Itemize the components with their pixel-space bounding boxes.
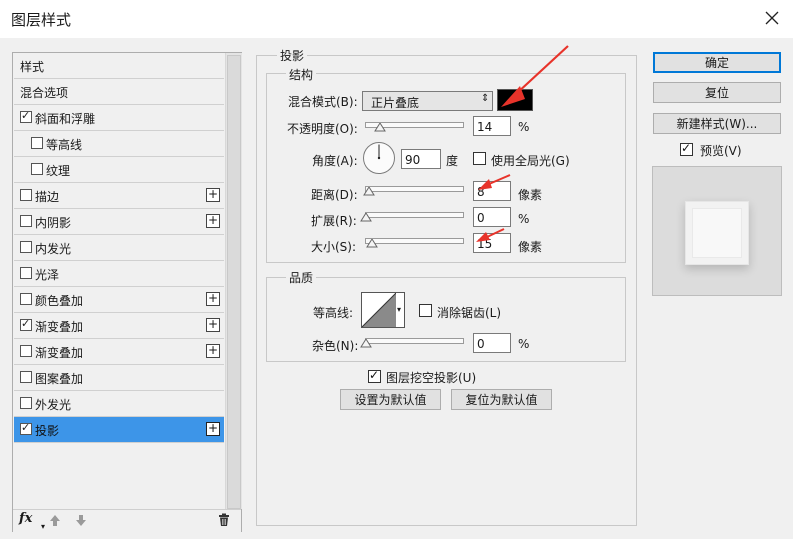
annotation-arrow-blend — [501, 45, 569, 107]
annotation-arrow-size — [476, 228, 505, 242]
annotation-overlay — [476, 45, 569, 242]
annotation-arrow-distance — [478, 174, 511, 190]
